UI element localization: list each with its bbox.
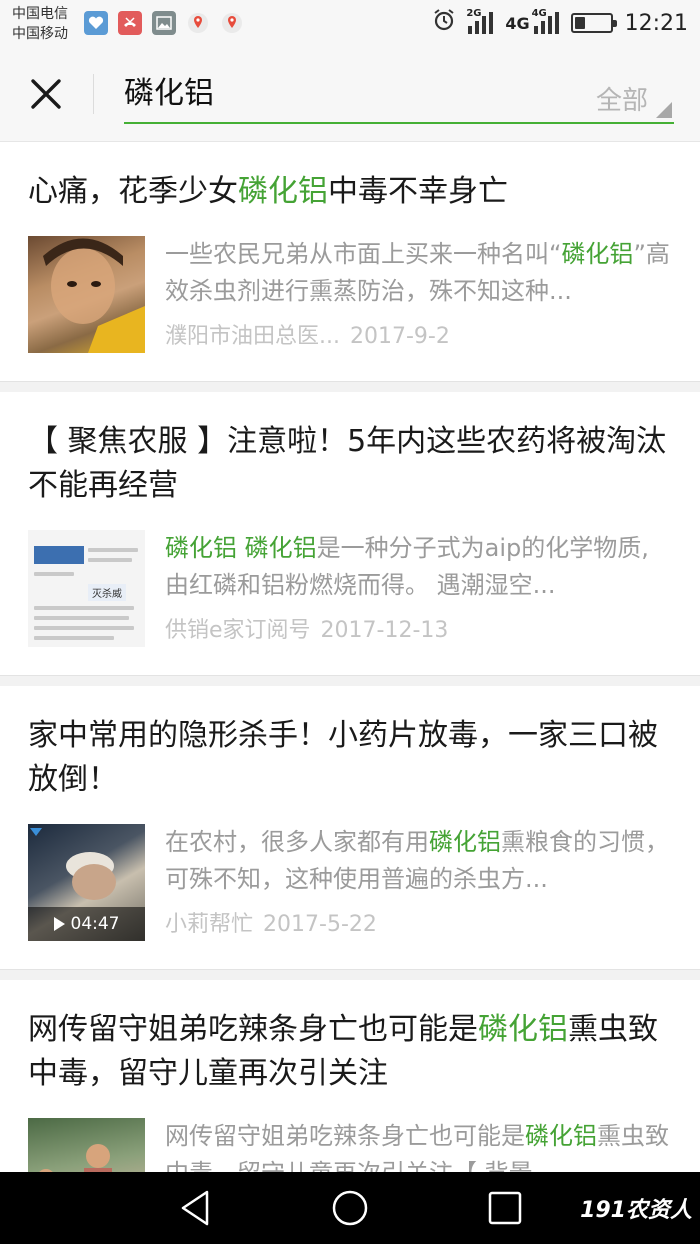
result-date: 2017-5-22 [263,912,377,937]
recent-apps-square-icon [488,1191,522,1225]
clock: 12:21 [624,10,688,36]
close-icon [31,79,61,109]
result-title[interactable]: 家中常用的隐形杀手！小药片放毒，一家三口被放倒！ [28,686,672,802]
network-3-label: 4G [531,8,547,19]
result-thumbnail[interactable]: 灭杀威 [28,530,145,647]
status-bar: 中国电信 中国移动 2G 4G 4G 12:21 [0,0,700,46]
result-thumbnail[interactable] [28,236,145,353]
result-snippet: 在农村，很多人家都有用磷化铝熏粮食的习惯，可殊不知，这种使用普遍的杀虫方... [165,824,672,898]
notification-icons [84,11,244,35]
infographic-line [34,636,114,640]
home-button[interactable] [330,1188,370,1228]
navigation-bar: 191农资人 [0,1172,700,1244]
home-circle-icon [332,1190,368,1226]
result-date: 2017-12-13 [320,618,449,643]
infographic-line [34,606,134,610]
infographic-line [88,548,138,552]
result-meta: 小莉帮忙 2017-5-22 [165,910,672,940]
result-title[interactable]: 心痛，花季少女磷化铝中毒不幸身亡 [28,142,672,214]
snippet-text: 一些农民兄弟从市面上买来一种名叫“ [165,240,562,268]
back-button[interactable] [175,1188,215,1228]
snippet-text: 网传留守姐弟吃辣条身亡也可能是 [165,1122,525,1150]
title-text: 心痛，花季少女 [28,174,238,209]
result-source: 濮阳市油田总医... [165,324,340,349]
result-card[interactable]: 心痛，花季少女磷化铝中毒不幸身亡 一些农民兄弟从市面上买来一种名叫“磷化铝”高效… [0,142,700,382]
network-2-label: 4G [505,13,530,33]
search-input[interactable] [124,76,544,112]
result-thumbnail[interactable]: 04:47 [28,824,145,941]
result-snippet: 磷化铝 磷化铝是一种分子式为aip的化学物质,由红磷和铝粉燃烧而得。 遇潮湿空.… [165,530,672,604]
network-1-label: 2G [466,8,482,19]
header-divider [93,74,94,114]
infographic-line [34,572,74,576]
battery-icon [570,13,617,33]
title-keyword-highlight: 磷化铝 [478,1012,568,1047]
close-button[interactable] [24,72,68,116]
snippet-keyword-highlight: 磷化铝 [429,828,501,856]
alarm-icon [432,8,456,38]
snippet-keyword-highlight: 磷化铝 [525,1122,597,1150]
status-right: 2G 4G 4G 12:21 [432,8,688,38]
thumbnail-tag: 灭杀威 [88,584,126,601]
video-duration-overlay: 04:47 [28,907,145,941]
scope-dropdown-icon[interactable] [656,102,672,118]
map-pin-icon [220,11,244,35]
video-duration: 04:47 [70,914,120,934]
snippet-keyword-highlight: 磷化铝 [561,240,634,268]
title-keyword-highlight: 磷化铝 [238,174,328,209]
infographic-line [34,616,129,620]
missed-call-icon [118,11,142,35]
back-triangle-icon [181,1190,209,1226]
infographic-banner [34,546,84,564]
girl-photo-image [43,238,145,353]
result-card[interactable]: 【 聚焦农服 】注意啦！5年内这些农药将被淘汰不能再经营 灭杀威 磷化铝 磷化铝… [0,392,700,676]
result-card[interactable]: 家中常用的隐形杀手！小药片放毒，一家三口被放倒！ 04:47 在农村，很多人家都… [0,686,700,970]
result-date: 2017-9-2 [349,324,450,349]
search-field[interactable]: 全部 [124,68,674,124]
signal-4g-icon: 4G [532,8,559,34]
battery-fill [574,17,585,29]
result-snippet: 一些农民兄弟从市面上买来一种名叫“磷化铝”高效杀虫剂进行熏蒸防治，殊不知这种..… [165,236,672,310]
infographic-line [88,558,132,562]
title-text: 中毒不幸身亡 [328,174,508,209]
result-title[interactable]: 网传留守姐弟吃辣条身亡也可能是磷化铝熏虫致中毒，留守儿童再次引关注 [28,980,672,1096]
search-header: 全部 [0,46,700,142]
result-meta: 濮阳市油田总医... 2017-9-2 [165,322,672,352]
scope-filter-label[interactable]: 全部 [596,80,648,117]
result-source: 小莉帮忙 [165,912,254,937]
carrier-1: 中国电信 [12,6,68,22]
result-source: 供销e家订阅号 [165,618,311,643]
title-text: 网传留守姐弟吃辣条身亡也可能是 [28,1012,478,1047]
map-pin-icon [186,11,210,35]
snippet-keyword-highlight: 磷化铝 磷化铝 [165,534,317,562]
search-results: 心痛，花季少女磷化铝中毒不幸身亡 一些农民兄弟从市面上买来一种名叫“磷化铝”高效… [0,142,700,1244]
signal-2g-icon: 2G [466,8,494,34]
play-icon [53,917,65,931]
watermark-logo: 191农资人 [580,1198,692,1223]
gallery-icon [152,11,176,35]
health-app-icon [84,11,108,35]
snippet-text: 在农村，很多人家都有用 [165,828,429,856]
carrier-info: 中国电信 中国移动 [12,4,68,44]
recent-apps-button[interactable] [485,1188,525,1228]
infographic-line [34,626,134,630]
result-title[interactable]: 【 聚焦农服 】注意啦！5年内这些农药将被淘汰不能再经营 [28,392,672,508]
carrier-2: 中国移动 [12,26,68,42]
result-meta: 供销e家订阅号 2017-12-13 [165,616,672,646]
